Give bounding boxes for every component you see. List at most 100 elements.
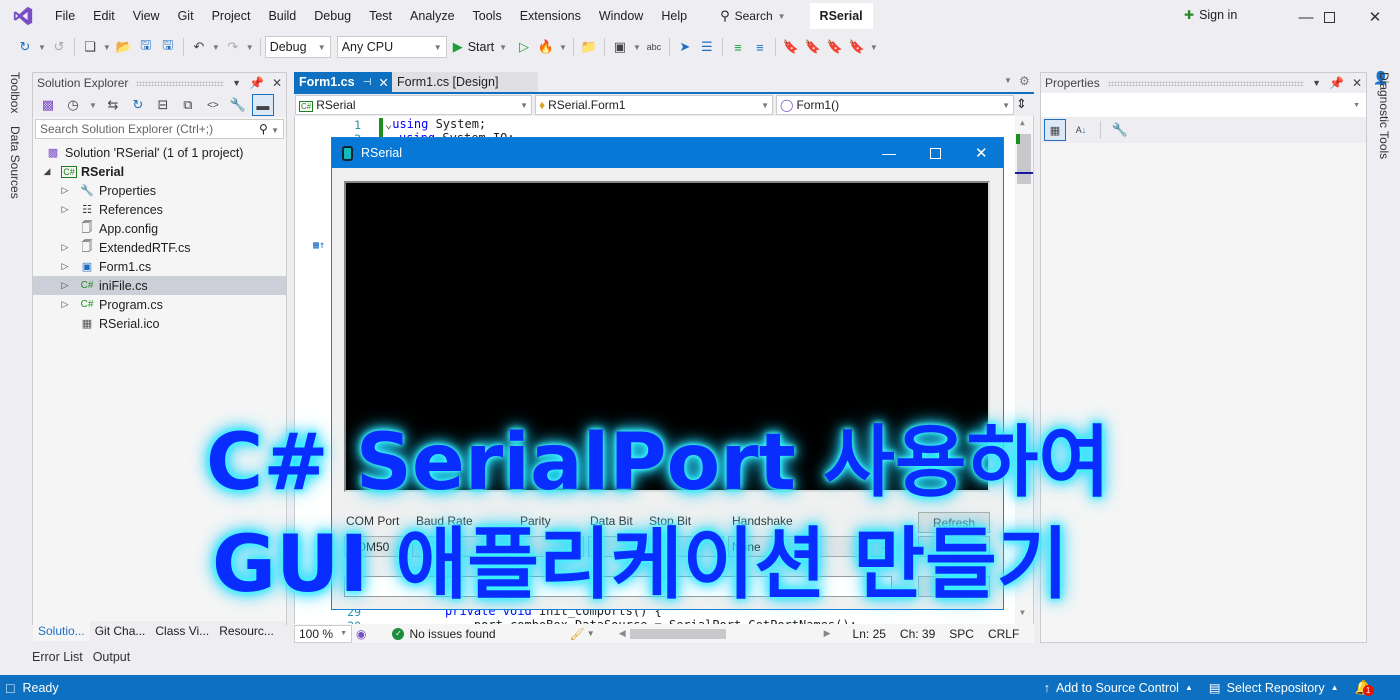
tab-output[interactable]: Output [93, 650, 131, 664]
project-row[interactable]: ◢ C# RSerial [41, 162, 294, 181]
app-minimize-button[interactable]: — [882, 145, 896, 161]
settings-gear-icon[interactable]: ⚙ [1019, 74, 1030, 88]
data-sources-tab[interactable]: Data Sources [8, 126, 22, 199]
menu-file[interactable]: File [46, 9, 84, 23]
tree-item[interactable]: ▷ ☷ References [33, 200, 286, 219]
tab-solution-explorer[interactable]: Solutio... [33, 621, 90, 641]
sign-in-button[interactable]: ✚ Sign in [1184, 8, 1237, 22]
panel-menu-icon[interactable]: ▼ [1312, 78, 1321, 88]
chevron-down-icon[interactable]: ▼ [587, 629, 595, 638]
select-repository-button[interactable]: ▤ Select Repository ▲ [1209, 680, 1339, 696]
categorized-icon[interactable]: ▦ [1044, 119, 1066, 141]
configuration-dropdown[interactable]: Debug ▼ [264, 36, 331, 58]
line-ending-indicator[interactable]: CRLF [988, 627, 1019, 641]
expand-icon[interactable]: ▷ [59, 299, 71, 310]
menu-window[interactable]: Window [590, 9, 652, 23]
step-into-icon[interactable]: ➤ [674, 36, 696, 58]
close-icon[interactable]: ✕ [272, 76, 282, 90]
tab-resource-view[interactable]: Resourc... [214, 624, 279, 638]
member-nav-dropdown[interactable]: ◯ Form1() ▼ [776, 95, 1014, 115]
navigate-back-icon[interactable]: ↻ [14, 36, 36, 58]
redo-icon[interactable]: ↷ [222, 36, 244, 58]
maximize-button[interactable] [1306, 4, 1352, 30]
project-nav-dropdown[interactable]: C# RSerial ▼ [295, 95, 532, 115]
code-cleanup-icon[interactable]: 🖌 [570, 627, 585, 641]
chevron-down-icon[interactable]: ▼ [212, 43, 220, 52]
menu-extensions[interactable]: Extensions [511, 9, 590, 23]
pin-icon[interactable]: 📌 [1329, 76, 1344, 90]
properties-wrench-icon[interactable]: 🔧 [227, 94, 249, 116]
view-code-icon[interactable]: <> [202, 94, 224, 116]
pin-icon[interactable]: 📌 [249, 76, 264, 90]
notifications-button[interactable]: 🔔 1 [1355, 679, 1374, 696]
search-button[interactable]: ⚲ Search ▼ [710, 8, 795, 24]
new-project-icon[interactable]: ❏ [79, 36, 101, 58]
tree-item[interactable]: 🗍 App.config [33, 219, 286, 238]
pending-changes-filter-icon[interactable]: ◷ [62, 94, 84, 116]
toolbar-overflow-icon[interactable]: ▼ [870, 43, 878, 52]
chevron-down-icon[interactable]: ▼ [246, 43, 254, 52]
scroll-right-icon[interactable]: ▶ [824, 628, 831, 639]
expand-icon[interactable]: ▷ [59, 242, 71, 253]
menu-git[interactable]: Git [169, 9, 203, 23]
menu-analyze[interactable]: Analyze [401, 9, 463, 23]
collapse-all-icon[interactable]: ⊟ [152, 94, 174, 116]
class-nav-dropdown[interactable]: ♦ RSerial.Form1 ▼ [535, 95, 773, 115]
sync-with-active-document-icon[interactable]: ⇆ [102, 94, 124, 116]
panel-menu-icon[interactable]: ▼ [232, 78, 241, 88]
toolbox-tab[interactable]: Toolbox [8, 72, 22, 113]
intellicode-icon[interactable]: ◉ [356, 627, 366, 641]
clear-bookmarks-icon[interactable]: 🔖 [846, 36, 868, 58]
tab-class-view[interactable]: Class Vi... [150, 624, 214, 638]
zoom-dropdown[interactable]: 100 % ▼ [294, 624, 352, 643]
show-all-files-icon[interactable]: ⧉ [177, 94, 199, 116]
tab-list-dropdown-icon[interactable]: ▼ [1004, 76, 1012, 85]
expanded-icon[interactable]: ◢ [41, 166, 53, 177]
app-title-bar[interactable]: RSerial — ✕ [332, 138, 1003, 168]
alphabetical-sort-icon[interactable]: A ↓ [1070, 119, 1092, 141]
tab-error-list[interactable]: Error List [32, 650, 83, 664]
tab-git-changes[interactable]: Git Cha... [90, 624, 151, 638]
notification-output-icon[interactable]: □ [6, 680, 14, 696]
start-without-debugging-icon[interactable]: ▷ [513, 36, 535, 58]
scroll-left-icon[interactable]: ◀ [619, 628, 626, 639]
tree-item[interactable]: ▷ ▣ Form1.cs [33, 257, 286, 276]
tab-form1-design[interactable]: Form1.cs [Design] [392, 72, 538, 92]
tree-item[interactable]: ▷ 🔧 Properties [33, 181, 286, 200]
uncomment-lines-icon[interactable]: ≡ [749, 36, 771, 58]
menu-edit[interactable]: Edit [84, 9, 124, 23]
show-next-statement-icon[interactable]: ☰ [696, 36, 718, 58]
add-to-source-control-button[interactable]: ↑ Add to Source Control ▲ [1044, 681, 1193, 695]
preview-selected-items-icon[interactable]: ▬ [251, 94, 274, 116]
tree-item[interactable]: ▷ 🗍 ExtendedRTF.cs [33, 238, 286, 257]
chevron-down-icon[interactable]: ▼ [38, 43, 46, 52]
expand-icon[interactable]: ▷ [59, 185, 71, 196]
scroll-up-icon[interactable]: ▲ [1020, 118, 1025, 127]
drag-grip[interactable] [1107, 80, 1305, 86]
chevron-down-icon[interactable]: ▼ [633, 43, 641, 52]
navigate-forward-icon[interactable]: ↺ [48, 36, 70, 58]
menu-project[interactable]: Project [203, 9, 260, 23]
open-folder-icon[interactable]: 📂 [113, 36, 135, 58]
solution-search-input[interactable]: Search Solution Explorer (Ctrl+;) ⚲ ▼ [35, 119, 284, 139]
save-icon[interactable]: 🖫 [135, 36, 157, 58]
menu-view[interactable]: View [124, 9, 169, 23]
menu-debug[interactable]: Debug [305, 9, 360, 23]
menu-help[interactable]: Help [652, 9, 696, 23]
comment-lines-icon[interactable]: ≡ [727, 36, 749, 58]
tree-item[interactable]: ▦ RSerial.ico [33, 314, 286, 333]
chevron-down-icon[interactable]: ▼ [559, 43, 567, 52]
solution-row[interactable]: ▩ Solution 'RSerial' (1 of 1 project) [45, 143, 298, 162]
property-pages-wrench-icon[interactable]: 🔧 [1109, 119, 1131, 141]
browser-window-icon[interactable]: ▣ [609, 36, 631, 58]
app-maximize-button[interactable] [930, 147, 941, 159]
undo-icon[interactable]: ↶ [188, 36, 210, 58]
menu-build[interactable]: Build [259, 9, 305, 23]
menu-tools[interactable]: Tools [464, 9, 511, 23]
refresh-icon[interactable]: ↻ [127, 94, 149, 116]
line-indicator[interactable]: Ln: 25 [853, 627, 886, 641]
horizontal-scrollbar-thumb[interactable] [629, 628, 726, 639]
expand-icon[interactable]: ▷ [59, 261, 71, 272]
save-all-icon[interactable]: 🖫 [157, 36, 179, 58]
expand-icon[interactable]: ▷ [59, 280, 71, 291]
